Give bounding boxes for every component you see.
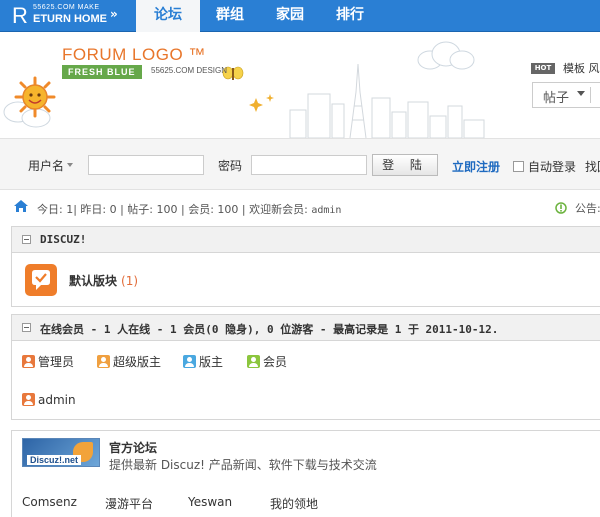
link-item[interactable]: Yeswan xyxy=(188,495,232,509)
forum-category-section: DISCUZ! 默认版块 (1) xyxy=(11,226,600,307)
forum-post-count: (1) xyxy=(121,274,139,288)
legend-moderator: 版主 xyxy=(183,353,223,370)
legend-label: 版主 xyxy=(199,355,224,369)
checkbox-box[interactable] xyxy=(513,161,524,172)
collapse-toggle-icon[interactable] xyxy=(22,323,31,332)
sun-logo-icon xyxy=(14,76,56,118)
auto-login-label: 自动登录 xyxy=(528,160,577,174)
newest-member-link[interactable]: admin xyxy=(311,205,341,216)
top-nav-bar: R 55625.COM MAKE ETURN HOME » 论坛 群组 家园 排… xyxy=(0,0,600,32)
official-forum-description: 提供最新 Discuz! 产品新闻、软件下载与技术交流 xyxy=(109,458,377,472)
discuz-logo[interactable]: Discuz!.net xyxy=(22,438,100,467)
forum-name[interactable]: 默认版块 xyxy=(69,274,117,288)
stats-text: 今日: 1| 昨日: 0 | 帖子: 100 | 会员: 100 | 欢迎新会员… xyxy=(37,201,341,217)
chevron-down-icon xyxy=(577,91,585,96)
hot-badge: HOT xyxy=(531,63,555,74)
legend-label: 会员 xyxy=(263,355,288,369)
stats-counts: 今日: 1| 昨日: 0 | 帖子: 100 | 会员: 100 | 欢迎新会员… xyxy=(37,203,312,216)
auto-login-checkbox[interactable]: 自动登录 xyxy=(513,158,576,175)
link-item[interactable]: Comsenz xyxy=(22,495,77,509)
forum-item[interactable]: 默认版块 (1) xyxy=(69,272,138,289)
admin-user-icon xyxy=(22,393,35,406)
tab-groups[interactable]: 群组 xyxy=(200,0,260,32)
super-moderator-user-icon xyxy=(97,355,110,368)
register-link[interactable]: 立即注册 xyxy=(452,158,500,175)
return-home-link[interactable]: R 55625.COM MAKE ETURN HOME » xyxy=(0,0,132,32)
collapse-toggle-icon[interactable] xyxy=(22,235,31,244)
discuz-logo-text: Discuz!.net xyxy=(27,455,82,465)
search-type-label: 帖子 xyxy=(543,91,570,106)
login-bar: 用户名 密码 登 陆 立即注册 自动登录 找回 xyxy=(0,138,600,190)
friend-links-section: Discuz!.net 官方论坛 提供最新 Discuz! 产品新闻、软件下载与… xyxy=(11,430,600,517)
home-icon[interactable] xyxy=(13,199,29,213)
return-home-text: ETURN HOME xyxy=(33,13,107,25)
password-input[interactable] xyxy=(251,155,367,175)
announcement-label: 公告: xyxy=(575,202,600,215)
hot-links[interactable]: 模板 风 xyxy=(563,60,600,76)
legend-label: 超级版主 xyxy=(113,355,162,369)
username-type-select[interactable]: 用户名 xyxy=(28,157,64,174)
find-password-link[interactable]: 找回 xyxy=(585,158,600,175)
password-label: 密码 xyxy=(218,159,243,173)
online-user-item[interactable]: admin xyxy=(22,393,76,407)
search-type-select[interactable]: 帖子 xyxy=(532,82,600,108)
logo-title[interactable]: FORUM LOGO ™ xyxy=(62,45,206,65)
return-letter: R xyxy=(12,3,28,28)
admin-user-icon xyxy=(22,355,35,368)
online-summary[interactable]: 在线会员 - 1 人在线 - 1 会员(0 隐身), 0 位游客 - 最高记录是… xyxy=(40,321,498,337)
category-title[interactable]: DISCUZ! xyxy=(40,233,86,246)
announcement-icon xyxy=(555,202,567,214)
double-chevron-icon: » xyxy=(110,7,118,21)
tab-forum[interactable]: 论坛 xyxy=(136,0,200,32)
login-button[interactable]: 登 陆 xyxy=(372,154,438,176)
link-item[interactable]: 漫游平台 xyxy=(105,495,153,512)
member-user-icon xyxy=(247,355,260,368)
moderator-user-icon xyxy=(183,355,196,368)
logo-subtitle: FRESH BLUE xyxy=(62,65,142,79)
category-header: DISCUZ! xyxy=(12,227,600,253)
tab-home[interactable]: 家园 xyxy=(260,0,320,32)
online-user-name[interactable]: admin xyxy=(38,393,76,407)
legend-admin: 管理员 xyxy=(22,353,74,370)
legend-member: 会员 xyxy=(247,353,287,370)
forum-chat-icon xyxy=(25,264,57,296)
tab-ranking[interactable]: 排行 xyxy=(320,0,380,32)
username-input[interactable] xyxy=(88,155,204,175)
forum-stats-bar: 今日: 1| 昨日: 0 | 帖子: 100 | 会员: 100 | 欢迎新会员… xyxy=(0,195,600,219)
legend-label: 管理员 xyxy=(38,355,75,369)
return-small-text: 55625.COM MAKE xyxy=(33,4,100,11)
legend-super-moderator: 超级版主 xyxy=(97,353,161,370)
logo-design-text: 55625.COM DESIGN xyxy=(151,66,228,75)
link-item[interactable]: 我的领地 xyxy=(270,495,318,512)
chevron-down-icon[interactable] xyxy=(67,163,73,167)
online-members-section: 在线会员 - 1 人在线 - 1 会员(0 隐身), 0 位游客 - 最高记录是… xyxy=(11,314,600,420)
header: FORUM LOGO ™ FRESH BLUE 55625.COM DESIGN… xyxy=(0,32,600,138)
official-forum-link[interactable]: 官方论坛 xyxy=(109,439,157,456)
divider xyxy=(590,87,591,103)
online-header: 在线会员 - 1 人在线 - 1 会员(0 隐身), 0 位游客 - 最高记录是… xyxy=(12,315,600,341)
